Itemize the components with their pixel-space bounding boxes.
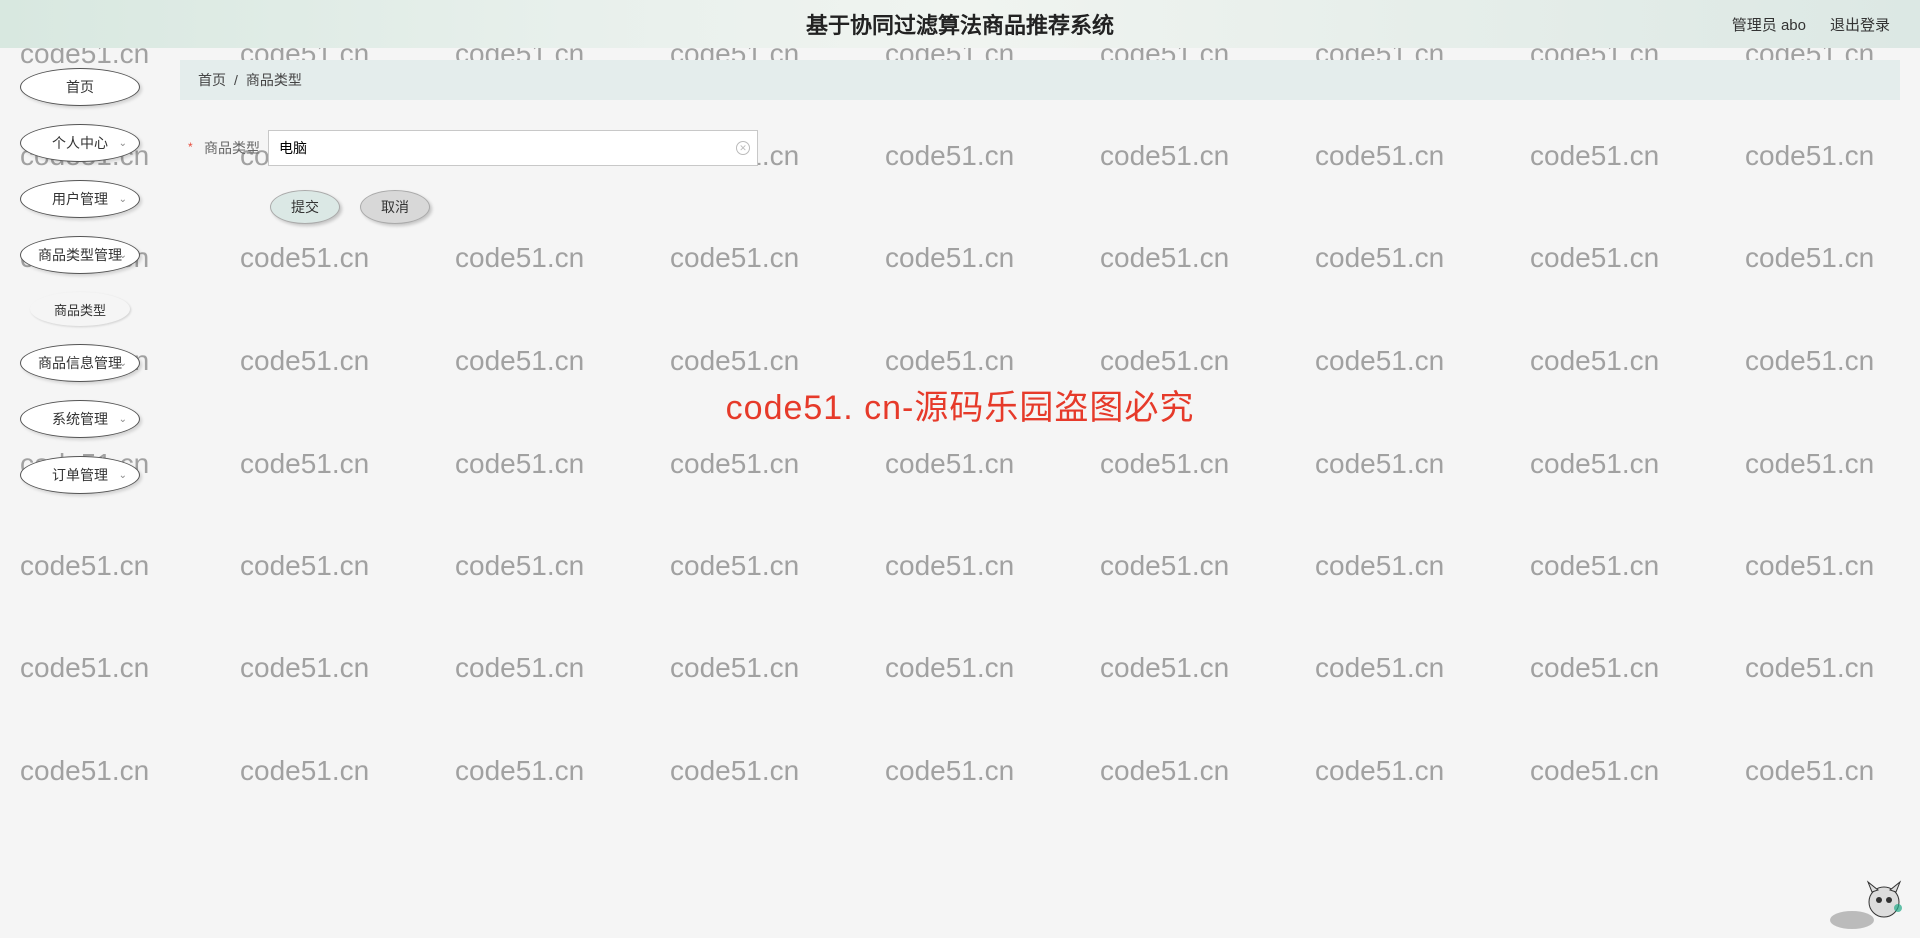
clear-icon[interactable]: ✕: [736, 141, 750, 155]
sidebar-item-5[interactable]: 商品信息管理⌄: [20, 344, 140, 382]
page-title: 基于协同过滤算法商品推荐系统: [806, 8, 1114, 40]
submit-button[interactable]: 提交: [270, 190, 340, 224]
sidebar: 首页个人中心⌄用户管理⌄商品类型管理⌄商品类型商品信息管理⌄系统管理⌄订单管理⌄: [0, 48, 160, 938]
main: 首页个人中心⌄用户管理⌄商品类型管理⌄商品类型商品信息管理⌄系统管理⌄订单管理⌄…: [0, 48, 1920, 938]
chevron-down-icon: ⌄: [119, 194, 127, 205]
chevron-down-icon: ⌄: [119, 358, 127, 369]
user-label[interactable]: 管理员 abo: [1732, 14, 1806, 35]
sidebar-item-6[interactable]: 系统管理 ⌄: [20, 400, 140, 438]
sidebar-item-label: 订单管理: [52, 465, 108, 485]
breadcrumb-current: 商品类型: [246, 70, 302, 90]
sidebar-item-1[interactable]: 个人中心 ⌄: [20, 124, 140, 162]
sidebar-item-3[interactable]: 商品类型管理⌄: [20, 236, 140, 274]
cancel-button[interactable]: 取消: [360, 190, 430, 224]
sidebar-item-label: 用户管理: [52, 189, 108, 209]
breadcrumb: 首页 / 商品类型: [180, 60, 1900, 100]
button-row: 提交 取消: [270, 190, 1890, 224]
breadcrumb-sep: /: [234, 72, 238, 88]
chevron-down-icon: ⌄: [119, 138, 127, 149]
form-area: 商品类型 ✕ 提交 取消: [180, 100, 1900, 254]
header-right: 管理员 abo 退出登录: [1732, 14, 1890, 35]
input-wrap: ✕: [268, 130, 758, 166]
sidebar-item-0[interactable]: 首页: [20, 68, 140, 106]
sidebar-item-label: 商品类型: [54, 300, 106, 319]
sidebar-item-label: 首页: [66, 77, 94, 97]
sidebar-item-label: 个人中心: [52, 133, 108, 153]
logout-link[interactable]: 退出登录: [1830, 14, 1890, 35]
chevron-down-icon: ⌄: [119, 470, 127, 481]
content: 首页 / 商品类型 商品类型 ✕ 提交 取消: [160, 48, 1920, 938]
form-label: 商品类型: [190, 138, 260, 158]
chevron-down-icon: ⌄: [119, 250, 127, 261]
sidebar-item-2[interactable]: 用户管理 ⌄: [20, 180, 140, 218]
sidebar-item-label: 商品信息管理: [38, 353, 122, 373]
sidebar-item-7[interactable]: 订单管理 ⌄: [20, 456, 140, 494]
sidebar-item-4[interactable]: 商品类型: [30, 292, 130, 326]
sidebar-item-label: 系统管理: [52, 409, 108, 429]
product-type-input[interactable]: [268, 130, 758, 166]
form-row: 商品类型 ✕: [190, 130, 1890, 166]
header: 基于协同过滤算法商品推荐系统 管理员 abo 退出登录: [0, 0, 1920, 48]
chevron-down-icon: ⌄: [119, 414, 127, 425]
sidebar-item-label: 商品类型管理: [38, 245, 122, 265]
breadcrumb-home[interactable]: 首页: [198, 70, 226, 90]
